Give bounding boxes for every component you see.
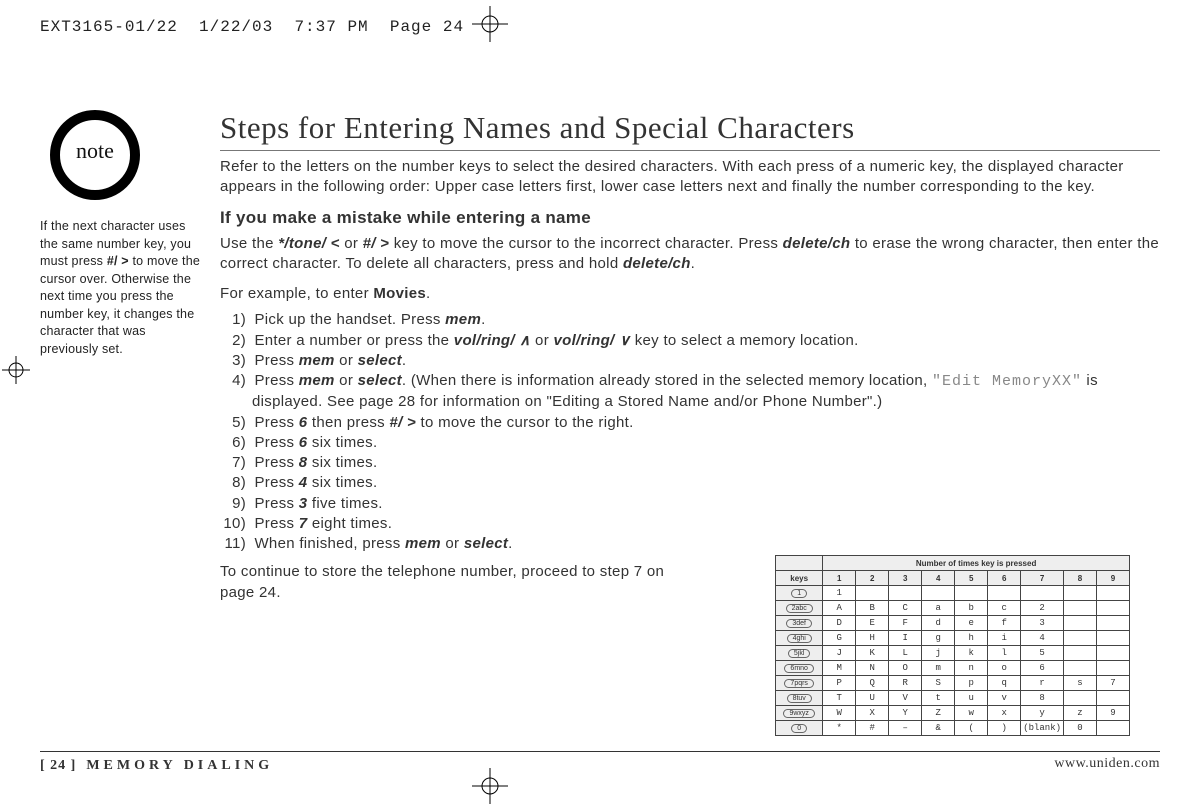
section-name: MEMORY DIALING	[86, 758, 273, 773]
step-item: 9) Press 3 five times.	[220, 494, 1160, 514]
step-item: 6) Press 6 six times.	[220, 433, 1160, 453]
step-item: 8) Press 4 six times.	[220, 473, 1160, 493]
step-item: 2) Enter a number or press the vol/ring/…	[220, 331, 1160, 351]
mistake-heading: If you make a mistake while entering a n…	[220, 208, 1160, 228]
steps-list: 1) Pick up the handset. Press mem.2) Ent…	[220, 310, 1160, 554]
footer-url: www.uniden.com	[1054, 756, 1160, 772]
step-item: 3) Press mem or select.	[220, 351, 1160, 371]
intro-paragraph: Refer to the letters on the number keys …	[220, 157, 1160, 198]
page-number: [ 24 ]	[40, 758, 76, 773]
note-body: If the next character uses the same numb…	[40, 218, 200, 358]
mistake-body: Use the */tone/ < or #/ > key to move th…	[220, 234, 1160, 275]
page-footer: [ 24 ] MEMORY DIALING www.uniden.com	[40, 751, 1160, 774]
step-item: 4) Press mem or select. (When there is i…	[220, 371, 1160, 413]
page-title: Steps for Entering Names and Special Cha…	[220, 110, 1160, 151]
sidebar-note: note If the next character uses the same…	[40, 110, 200, 358]
step-item: 5) Press 6 then press #/ > to move the c…	[220, 413, 1160, 433]
note-icon-label: note	[50, 138, 140, 164]
note-icon: note	[50, 110, 140, 200]
step-item: 7) Press 8 six times.	[220, 453, 1160, 473]
example-intro: For example, to enter Movies.	[220, 284, 1160, 304]
continue-text: To continue to store the telephone numbe…	[220, 562, 680, 603]
step-item: 10) Press 7 eight times.	[220, 514, 1160, 534]
print-header: EXT3165-01/22 1/22/03 7:37 PM Page 24	[40, 18, 464, 36]
key-character-table: Number of times key is pressedkeys123456…	[775, 555, 1130, 736]
step-item: 11) When finished, press mem or select.	[220, 534, 1160, 554]
main-column: Steps for Entering Names and Special Cha…	[220, 110, 1160, 609]
step-item: 1) Pick up the handset. Press mem.	[220, 310, 1160, 330]
